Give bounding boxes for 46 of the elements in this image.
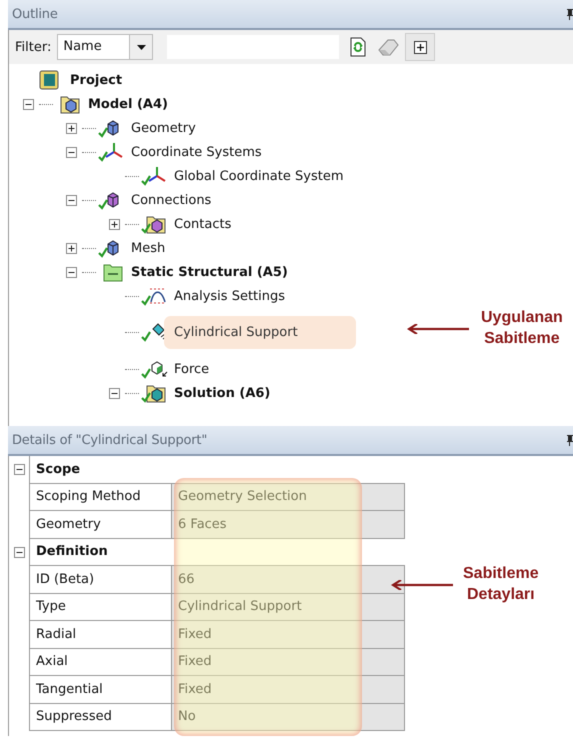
tree-item[interactable]: Model (A4)	[86, 96, 170, 112]
tree-item[interactable]: Force	[172, 360, 212, 378]
arrow-icon	[391, 580, 453, 590]
collapse-icon[interactable]	[14, 546, 24, 558]
expander-icon[interactable]	[23, 98, 34, 110]
panel-title: Outline	[11, 6, 58, 22]
collapse-icon[interactable]	[14, 464, 24, 476]
tree-item[interactable]: Geometry	[129, 120, 198, 136]
annotation-text: Sabitleme Detayları	[463, 564, 539, 605]
property-value[interactable]: No	[172, 704, 405, 731]
tree-item[interactable]: Global Coordinate System	[172, 168, 346, 184]
property-value[interactable]: Geometry Selection	[172, 484, 405, 511]
property-value[interactable]: Fixed	[172, 621, 405, 648]
property-value[interactable]: 66	[172, 566, 405, 594]
tree-item[interactable]: Contacts	[172, 216, 234, 232]
tree-item[interactable]: Analysis Settings	[172, 288, 288, 304]
tree-item[interactable]: Mesh	[129, 240, 168, 256]
property-value[interactable]: Fixed	[172, 676, 405, 704]
filter-dropdown[interactable]: Name	[57, 34, 154, 60]
expander-icon[interactable]	[66, 242, 77, 254]
pin-icon[interactable]	[567, 8, 573, 20]
pin-icon[interactable]	[567, 434, 573, 446]
tree-item[interactable]: Connections	[129, 192, 214, 208]
plus-box-icon	[414, 40, 427, 54]
property-value[interactable]: Fixed	[172, 648, 405, 676]
expander-icon[interactable]	[66, 266, 77, 278]
expander-icon[interactable]	[66, 146, 77, 158]
expander-icon[interactable]	[109, 388, 120, 398]
tree-item[interactable]: Solution (A6)	[172, 384, 272, 402]
refresh-document-icon[interactable]	[349, 37, 368, 57]
expander-icon[interactable]	[66, 194, 77, 206]
panel-title: Details of "Cylindrical Support"	[11, 432, 208, 448]
property-value[interactable]: Cylindrical Support	[172, 594, 405, 621]
tree-item[interactable]: Project	[68, 72, 124, 88]
arrow-icon	[407, 324, 469, 334]
annotation-text: Uygulanan Sabitleme	[481, 308, 563, 349]
tree-item[interactable]: Static Structural (A5)	[129, 264, 290, 280]
eraser-icon[interactable]	[377, 37, 400, 57]
tree-item[interactable]: Coordinate Systems	[129, 144, 264, 160]
expand-all-button[interactable]	[405, 33, 436, 61]
property-value[interactable]: 6 Faces	[172, 511, 405, 538]
expander-icon[interactable]	[66, 122, 77, 134]
highlighted-tree-item[interactable]: Cylindrical Support	[172, 324, 348, 340]
dropdown-arrow-icon	[136, 44, 146, 50]
expander-icon[interactable]	[109, 218, 120, 230]
filter-label: Filter:	[15, 40, 52, 54]
